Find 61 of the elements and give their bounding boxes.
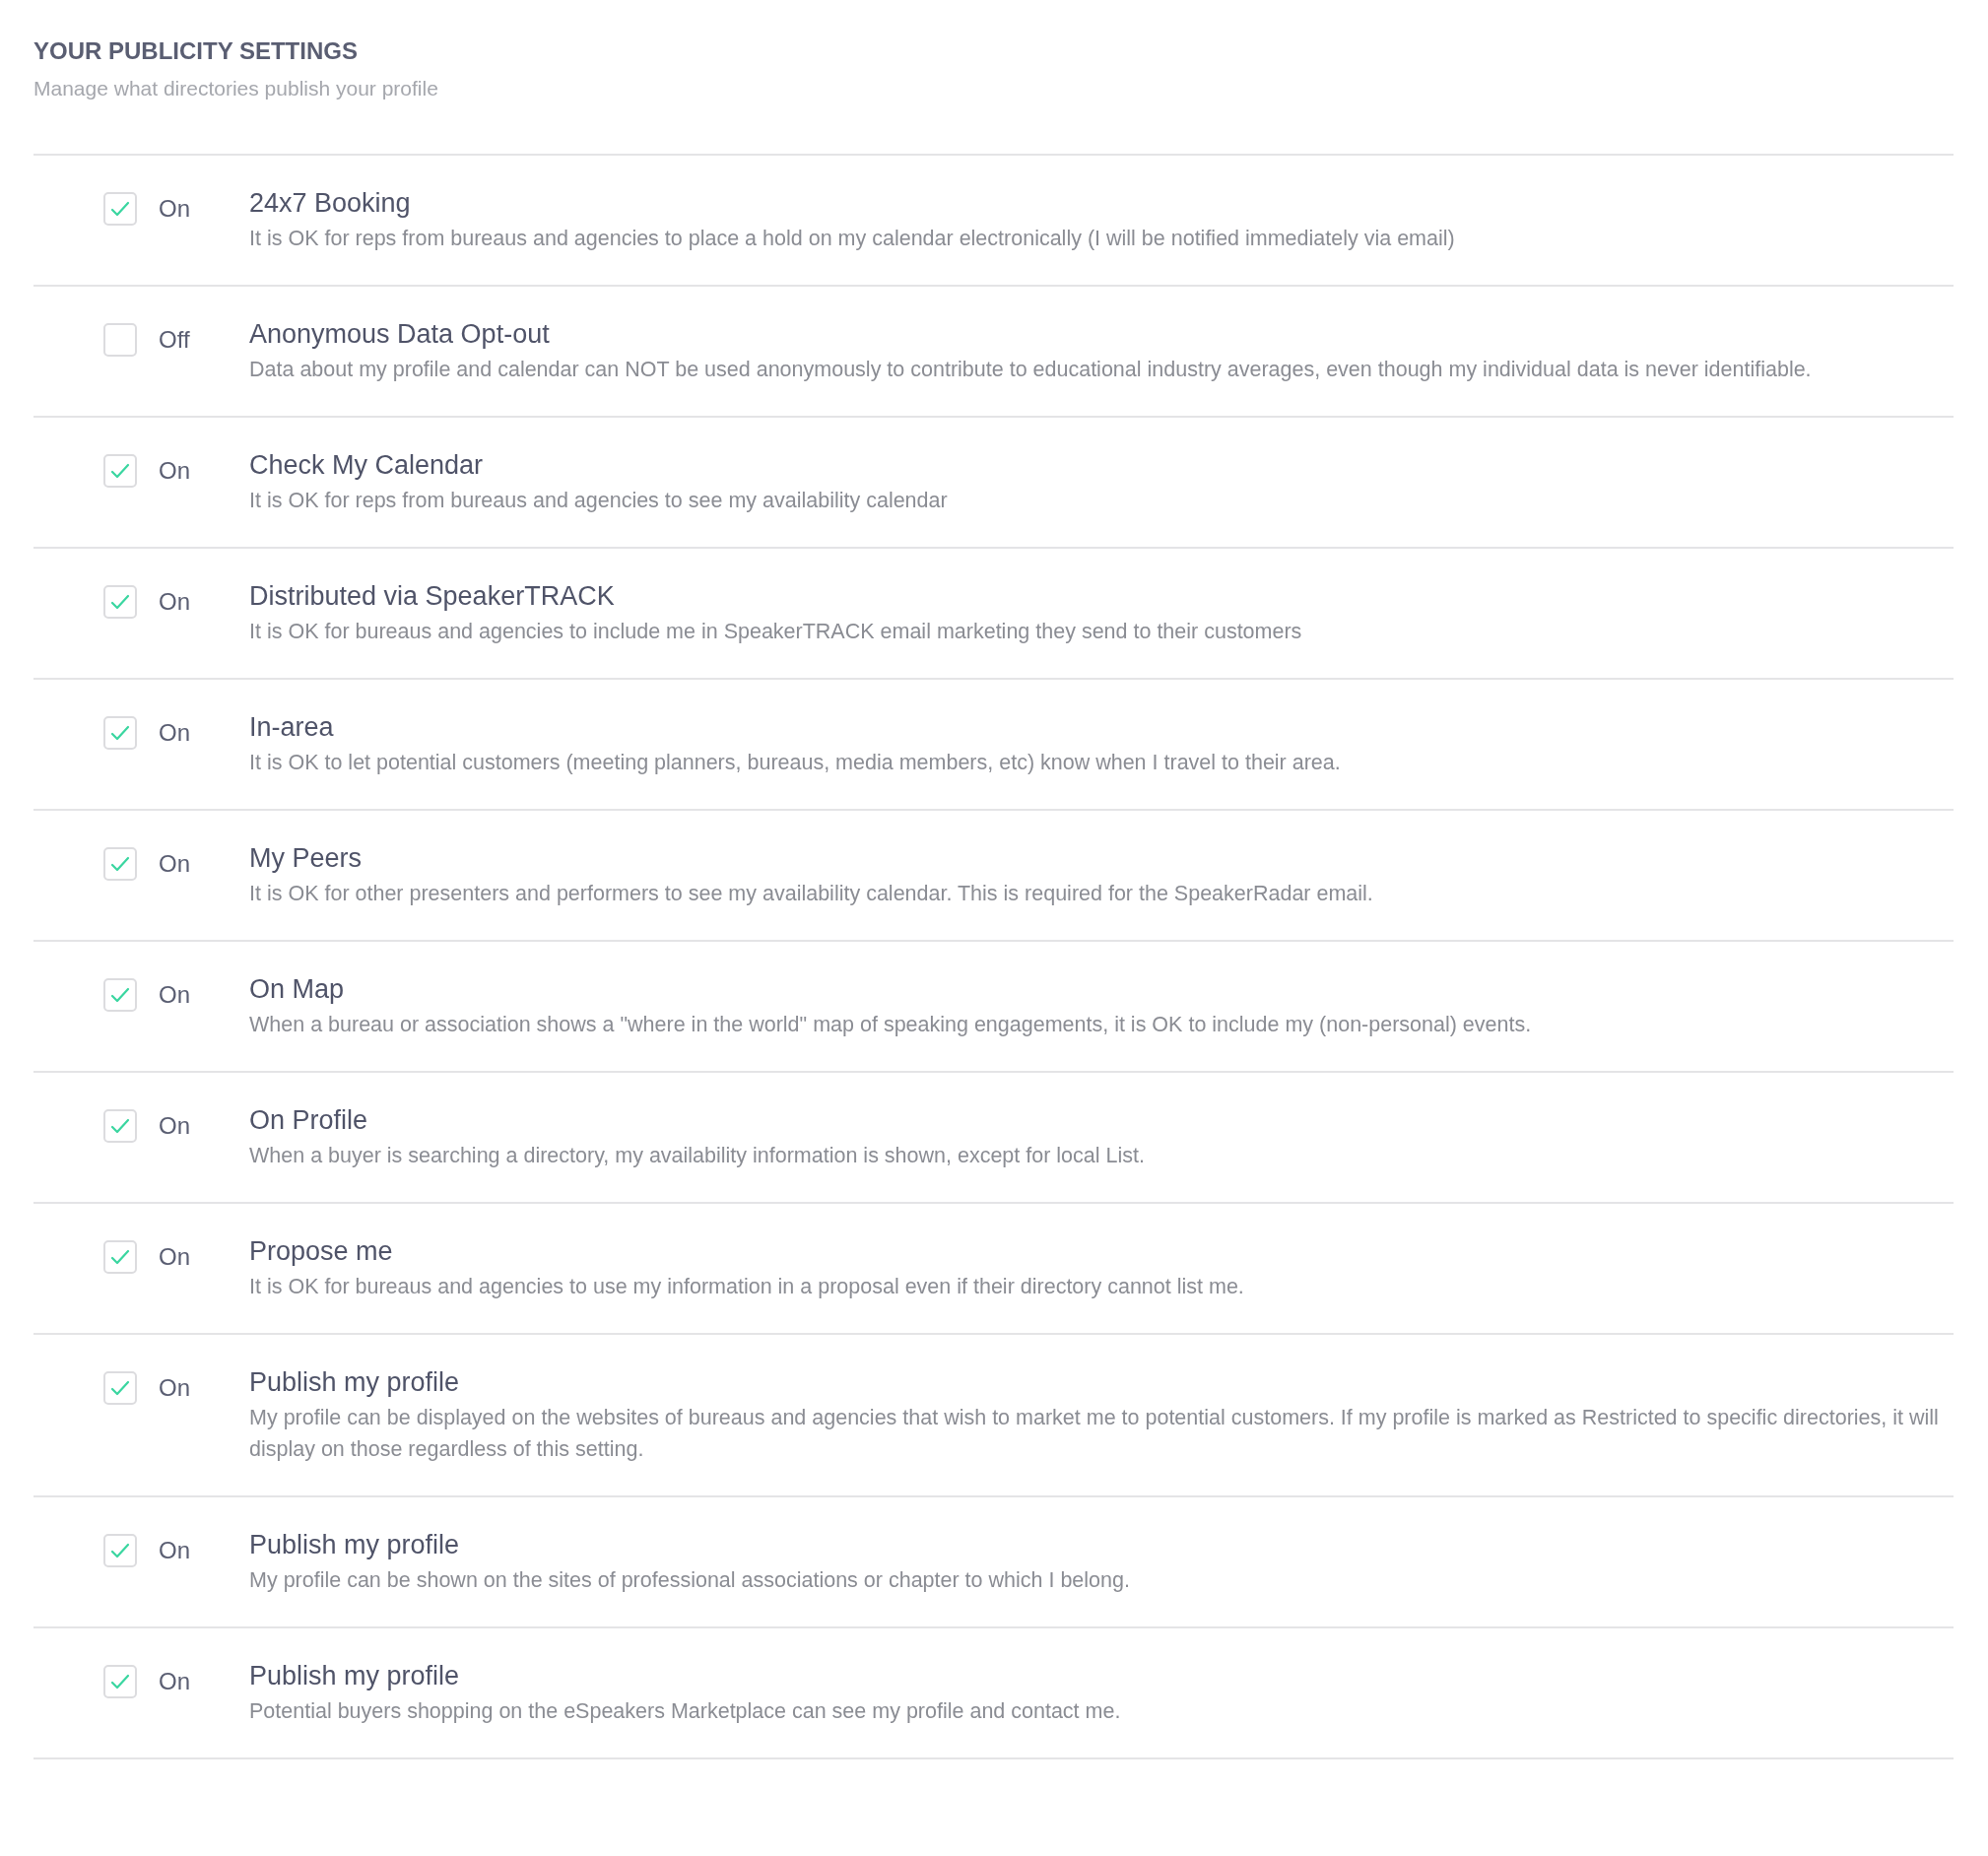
setting-name: Distributed via SpeakerTRACK [249,581,616,612]
checkbox[interactable] [103,847,137,881]
checkbox[interactable] [103,454,137,488]
state-label: On [159,1537,190,1564]
setting-name: Anonymous Data Opt-out [249,319,551,350]
state-label: On [159,457,190,485]
state-label: On [159,719,190,747]
state-label: On [159,1374,190,1402]
setting-name: Publish my profile [249,1367,461,1398]
setting-name: Publish my profile [249,1530,461,1560]
state-label: On [159,850,190,878]
state-label: On [159,981,190,1009]
setting-description: Potential buyers shopping on the eSpeakers Marketplace can see my profile and contact me. [249,1698,1122,1725]
checkmark-icon [110,725,130,741]
checkmark-icon [110,1249,130,1265]
setting-description: It is OK to let potential customers (meeting planners, bureaus, media members, etc) know when I travel to their area. [249,750,1342,776]
setting-description: My profile can be displayed on the websites of bureaus and agencies that wish to market me to potential customers. If my profile is marked as Restricted to specific directories, it will display on those regardless of this setting. [249,1405,1940,1463]
state-label: On [159,1668,190,1695]
checkbox[interactable] [103,585,137,619]
checkbox[interactable] [103,978,137,1012]
section-title: YOUR PUBLICITY SETTINGS [33,37,359,65]
checkmark-icon [110,1543,130,1558]
setting-description: Data about my profile and calendar can NOT be used anonymously to contribute to educational industry averages, even though my individual data is never identifiable. [249,357,1813,383]
setting-description: When a bureau or association shows a "where in the world" map of speaking engagements, it is OK to include my (non-personal) events. [249,1012,1533,1038]
checkbox[interactable] [103,1665,137,1698]
checkbox[interactable] [103,1109,137,1143]
setting-name: 24x7 Booking [249,188,412,219]
setting-name: On Profile [249,1105,369,1136]
setting-description: It is OK for reps from bureaus and agencies to place a hold on my calendar electronically (I will be notified immediately via email) [249,226,1456,252]
setting-name: Propose me [249,1236,394,1267]
state-label: On [159,1243,190,1271]
checkbox[interactable] [103,192,137,226]
state-label: Off [159,326,190,354]
setting-name: My Peers [249,843,364,874]
setting-description: It is OK for reps from bureaus and agencies to see my availability calendar [249,488,949,514]
setting-name: Check My Calendar [249,450,485,481]
checkbox[interactable] [103,1534,137,1567]
section-subtitle: Manage what directories publish your profile [33,77,439,100]
setting-name: On Map [249,974,346,1005]
setting-name: Publish my profile [249,1661,461,1691]
checkmark-icon [110,1118,130,1134]
checkbox[interactable] [103,1371,137,1405]
state-label: On [159,588,190,616]
setting-name: In-area [249,712,335,743]
checkmark-icon [110,463,130,479]
checkbox[interactable] [103,323,137,357]
state-label: On [159,1112,190,1140]
checkmark-icon [110,1674,130,1690]
setting-description: It is OK for other presenters and performers to see my availability calendar. This is required for the SpeakerRadar email. [249,881,1374,907]
setting-description: When a buyer is searching a directory, my availability information is shown, except for local List. [249,1143,1146,1169]
setting-description: It is OK for bureaus and agencies to use my information in a proposal even if their directory cannot list me. [249,1274,1245,1300]
setting-description: It is OK for bureaus and agencies to include me in SpeakerTRACK email marketing they send to their customers [249,619,1303,645]
checkmark-icon [110,201,130,217]
checkbox[interactable] [103,1240,137,1274]
checkmark-icon [110,987,130,1003]
checkbox[interactable] [103,716,137,750]
checkmark-icon [110,1380,130,1396]
checkmark-icon [110,594,130,610]
state-label: On [159,195,190,223]
setting-description: My profile can be shown on the sites of professional associations or chapter to which I belong. [249,1567,1131,1594]
checkmark-icon [110,856,130,872]
